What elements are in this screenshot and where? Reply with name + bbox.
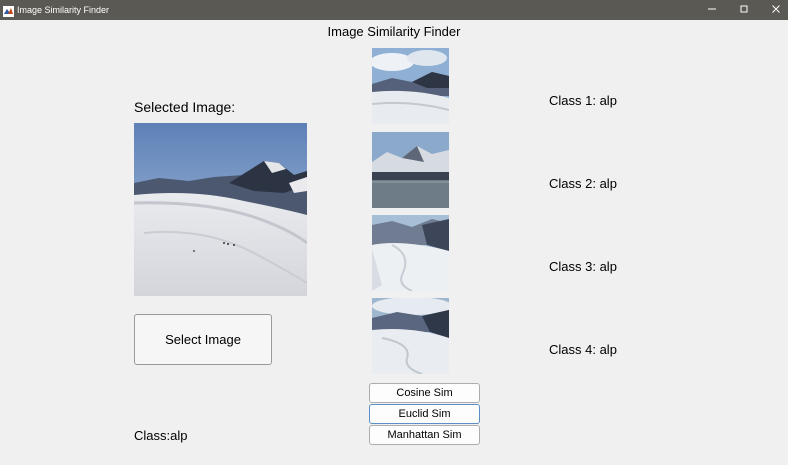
maximize-button[interactable] <box>728 0 760 20</box>
result-class-3: Class 3: alp <box>549 259 617 274</box>
result-class-1: Class 1: alp <box>549 93 617 108</box>
result-class-4: Class 4: alp <box>549 342 617 357</box>
predicted-class-label: Class:alp <box>134 428 188 443</box>
minimize-icon <box>707 1 717 19</box>
cosine-sim-button[interactable]: Cosine Sim <box>369 383 480 403</box>
page-title: Image Similarity Finder <box>327 24 461 39</box>
result-image-2 <box>372 132 449 208</box>
selected-image <box>134 123 307 296</box>
select-image-button[interactable]: Select Image <box>134 314 272 365</box>
euclid-sim-button[interactable]: Euclid Sim <box>369 404 480 424</box>
app-window: Image Similarity Finder Image Similarity… <box>0 0 788 465</box>
close-button[interactable] <box>760 0 788 20</box>
selected-image-label: Selected Image: <box>134 99 236 115</box>
close-icon <box>771 1 781 19</box>
window-title: Image Similarity Finder <box>17 5 110 15</box>
result-image-3 <box>372 215 449 291</box>
matlab-icon <box>3 4 14 17</box>
result-image-1 <box>372 48 449 124</box>
title-bar: Image Similarity Finder <box>0 0 788 20</box>
maximize-icon <box>739 1 749 19</box>
minimize-button[interactable] <box>696 0 728 20</box>
result-image-4 <box>372 298 449 374</box>
manhattan-sim-button[interactable]: Manhattan Sim <box>369 425 480 445</box>
result-class-2: Class 2: alp <box>549 176 617 191</box>
